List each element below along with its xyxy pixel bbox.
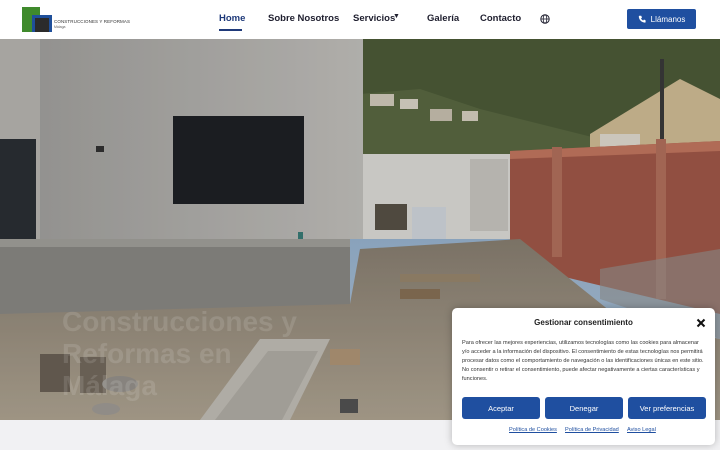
nav-active-indicator	[219, 29, 242, 31]
privacy-policy-link[interactable]: Política de Privacidad	[565, 427, 619, 433]
site-logo[interactable]: CONSTRUCCIONES Y REFORMAS Málaga	[22, 6, 130, 33]
cookie-policy-link[interactable]: Política de Cookies	[509, 427, 557, 433]
hero-title-line-1: Construcciones y	[62, 306, 297, 337]
nav-servicios[interactable]: Servicios	[353, 13, 395, 24]
deny-button[interactable]: Denegar	[545, 397, 623, 419]
hero-title-line-3: Málaga	[62, 370, 157, 401]
globe-icon[interactable]	[540, 14, 550, 24]
hero-title: Construcciones y Reformas en Málaga	[62, 306, 297, 402]
legal-notice-link[interactable]: Aviso Legal	[627, 427, 656, 433]
call-button-label: Llámanos	[650, 14, 686, 24]
nav-sobre-nosotros[interactable]: Sobre Nosotros	[268, 13, 339, 24]
accept-button[interactable]: Aceptar	[462, 397, 540, 419]
nav-galeria[interactable]: Galería	[427, 13, 459, 24]
cookie-consent-dialog: Gestionar consentimiento Para ofrecer la…	[452, 308, 715, 445]
call-button[interactable]: Llámanos	[627, 9, 696, 29]
site-header: CONSTRUCCIONES Y REFORMAS Málaga Home So…	[0, 0, 720, 39]
logo-mark-icon	[22, 6, 52, 33]
logo-text: CONSTRUCCIONES Y REFORMAS	[54, 19, 131, 24]
close-icon[interactable]	[696, 318, 706, 328]
nav-home[interactable]: Home	[219, 13, 245, 24]
chevron-down-icon[interactable]: ▼	[393, 13, 400, 20]
view-preferences-button[interactable]: Ver preferencias	[628, 397, 706, 419]
cookie-dialog-body: Para ofrecer las mejores experiencias, u…	[462, 340, 704, 382]
hero-title-line-2: Reformas en	[62, 338, 232, 369]
cookie-dialog-title: Gestionar consentimiento	[534, 318, 633, 327]
logo-subtext: Málaga	[54, 25, 66, 29]
nav-contacto[interactable]: Contacto	[480, 13, 521, 24]
phone-icon	[638, 15, 646, 23]
